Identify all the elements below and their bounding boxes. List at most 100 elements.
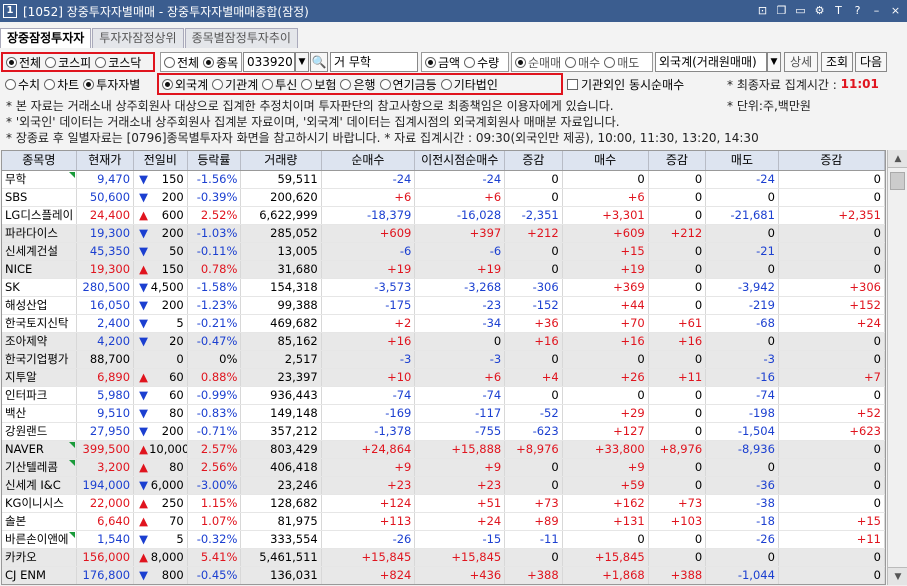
cell-sell-delta: 0 [779,243,885,260]
copy-icon[interactable]: ❐ [774,3,789,18]
radio-insurance[interactable]: 보험 [301,76,336,93]
stock-name-field[interactable]: 거 무학 [330,52,418,72]
chevron-down-icon[interactable]: ▼ [767,52,781,72]
next-button[interactable]: 다음 [855,52,887,72]
table-row[interactable]: NAVER 399,500 ▲ 10,000 2.57% 803,429 +24,864 +1… [2,441,885,459]
radio-scope-all[interactable]: 전체 [164,54,199,71]
arrow-up-icon: ▲ [139,208,148,222]
vertical-scrollbar[interactable]: ▲ ▼ [887,150,907,585]
scroll-thumb[interactable] [890,172,905,190]
cell-price: 280,500 [77,279,135,296]
scroll-down-icon[interactable]: ▼ [888,567,907,585]
radio-bank[interactable]: 은행 [340,76,376,93]
cell-price: 1,540 [77,531,135,548]
column-header[interactable]: 현재가 [77,151,135,170]
radio-market-kospi[interactable]: 코스피 [45,54,91,71]
cell-change: ▲ 600 [134,207,188,224]
table-row[interactable]: 조아제약 4,200 ▼ 20 -0.47% 85,162 +16 0 +16 +16 +16 0 0 [2,333,885,351]
radio-institution[interactable]: 기관계 [212,76,258,93]
cell-net-buy: -3 [322,351,416,368]
detail-button[interactable]: 상세 [784,52,818,72]
minimize-icon[interactable]: – [869,3,884,18]
table-row[interactable]: 해성산업 16,050 ▼ 200 -1.23% 99,388 -175 -23 -152 +44… [2,297,885,315]
column-header[interactable]: 전일비 [134,151,188,170]
column-header[interactable]: 증감 [505,151,563,170]
dropdown-icon[interactable]: ▼ [295,52,309,72]
radio-other-corp[interactable]: 기타법인 [440,76,498,93]
radio-market-kosdaq[interactable]: 코스닥 [95,54,141,71]
radio-amount[interactable]: 금액 [425,54,460,71]
radio-by-investor[interactable]: 투자자별 [83,76,140,93]
cell-prev-net-buy: -6 [415,243,506,260]
cell-rate: -1.58% [188,279,242,296]
close-icon[interactable]: × [888,3,903,18]
radio-foreign[interactable]: 외국계 [162,76,208,93]
cell-buy-delta: +11 [649,369,707,386]
radio-icon [83,78,95,90]
radio-sell[interactable]: 매도 [604,54,639,71]
simultaneous-buy-checkbox[interactable]: 기관외인 동시순매수 [567,74,727,94]
restore-icon[interactable]: ▭ [793,3,808,18]
cell-prev-net-buy: 0 [415,333,506,350]
table-row[interactable]: 신세계건설 45,350 ▼ 50 -0.11% 13,005 -6 -6 0 +15 0 -21 0 [2,243,885,261]
change-value: 200 [161,298,184,312]
scroll-up-icon[interactable]: ▲ [888,150,907,168]
table-row[interactable]: 한국기업평가 88,700 0 0% 2,517 -3 -3 0 0 0 -3 0 [2,351,885,369]
cell-net-delta: 0 [505,243,563,260]
radio-pension[interactable]: 연기금등 [379,76,437,93]
table-row[interactable]: 바른손이앤에 1,540 ▼ 5 -0.32% 333,554 -26 -15 -11 0 0 -26… [2,531,885,549]
radio-chart[interactable]: 차트 [44,76,79,93]
cell-buy-delta: 0 [649,477,707,494]
column-header[interactable]: 종목명 [2,151,77,170]
column-header[interactable]: 순매수 [322,151,416,170]
font-icon[interactable]: T [831,3,846,18]
cell-stock-name: LG디스플레이 [2,207,77,224]
tab-stock-trend[interactable]: 종목별잠정투자추이 [184,28,298,48]
table-row[interactable]: 백산 9,510 ▼ 80 -0.83% 149,148 -169 -117 -52 +29 0 -1… [2,405,885,423]
cell-change: ▼ 80 [134,405,188,422]
column-header[interactable]: 이전시점순매수 [415,151,506,170]
tab-intraday-investor[interactable]: 장중잠정투자자 [0,28,92,48]
arrow-up-icon: ▲ [139,442,148,456]
column-header[interactable]: 등락률 [188,151,242,170]
table-row[interactable]: 강원랜드 27,950 ▼ 200 -0.71% 357,212 -1,378 -755 -62… [2,423,885,441]
radio-trust[interactable]: 투신 [262,76,297,93]
search-icon[interactable]: 🔍 [310,52,328,72]
table-row[interactable]: 카카오 156,000 ▲ 8,000 5.41% 5,461,511 +15,845 +15… [2,549,885,567]
radio-numeric[interactable]: 수치 [5,76,40,93]
table-row[interactable]: 지투알 6,890 ▲ 60 0.88% 23,397 +10 +6 +4 +26 +11 -16 +7 [2,369,885,387]
table-row[interactable]: 인터파크 5,980 ▼ 60 -0.99% 936,443 -74 -74 0 0 0 -74 0 [2,387,885,405]
radio-net[interactable]: 순매매 [515,54,561,71]
table-row[interactable]: KG이니시스 22,000 ▲ 250 1.15% 128,682 +124 +51 +73 +1… [2,495,885,513]
help-icon[interactable]: ? [850,3,865,18]
radio-market-all[interactable]: 전체 [6,54,41,71]
column-header[interactable]: 매수 [563,151,649,170]
settings-icon[interactable]: ⚙ [812,3,827,18]
table-row[interactable]: 무학 9,470 ▼ 150 -1.56% 59,511 -24 -24 0 0 0 -24 0 [2,171,885,189]
table-row[interactable]: CJ ENM 176,800 ▼ 800 -0.45% 136,031 +824 +436 +3… [2,567,885,584]
radio-scope-stock[interactable]: 종목 [203,54,238,71]
tab-investor-top[interactable]: 투자자잠정상위 [92,28,184,48]
link-icon[interactable]: ⊡ [755,3,770,18]
table-row[interactable]: SK 280,500 ▼ 4,500 -1.58% 154,318 -3,573 -3,268… [2,279,885,297]
radio-buy[interactable]: 매수 [565,54,600,71]
radio-quantity[interactable]: 수량 [464,54,499,71]
table-row[interactable]: 기산텔레콤 3,200 ▲ 80 2.56% 406,418 +9 +9 0 +9 0 0 0 [2,459,885,477]
investor-select[interactable]: 외국계(거래원매매) [655,52,767,72]
column-header[interactable]: 거래량 [241,151,322,170]
table-row[interactable]: SBS 50,600 ▼ 200 -0.39% 200,620 +6 +6 0 +6 0 0 0 [2,189,885,207]
query-button[interactable]: 조회 [821,52,853,72]
column-header[interactable]: 매도 [706,151,779,170]
table-row[interactable]: 파라다이스 19,300 ▼ 200 -1.03% 285,052 +609 +397 +212… [2,225,885,243]
table-row[interactable]: 신세계 I&C 194,000 ▼ 6,000 -3.00% 23,246 +23 +23 0 +… [2,477,885,495]
column-header[interactable]: 증감 [779,151,885,170]
table-row[interactable]: 한국토지신탁 2,400 ▼ 5 -0.21% 469,682 +2 -34 +36 +70 +61… [2,315,885,333]
cell-buy: +15 [563,243,649,260]
table-row[interactable]: NICE 19,300 ▲ 150 0.78% 31,680 +19 +19 0 +19 0 0 0 [2,261,885,279]
table-row[interactable]: 솔본 6,640 ▲ 70 1.07% 81,975 +113 +24 +89 +131 +103-… [2,513,885,531]
table-row[interactable]: LG디스플레이 24,400 ▲ 600 2.52% 6,622,999 -18,379 -1… [2,207,885,225]
stock-code-input[interactable]: 033920 [243,52,295,72]
column-header[interactable]: 증감 [649,151,707,170]
cell-buy: +19 [563,261,649,278]
cell-buy-delta: +212 [649,225,707,242]
